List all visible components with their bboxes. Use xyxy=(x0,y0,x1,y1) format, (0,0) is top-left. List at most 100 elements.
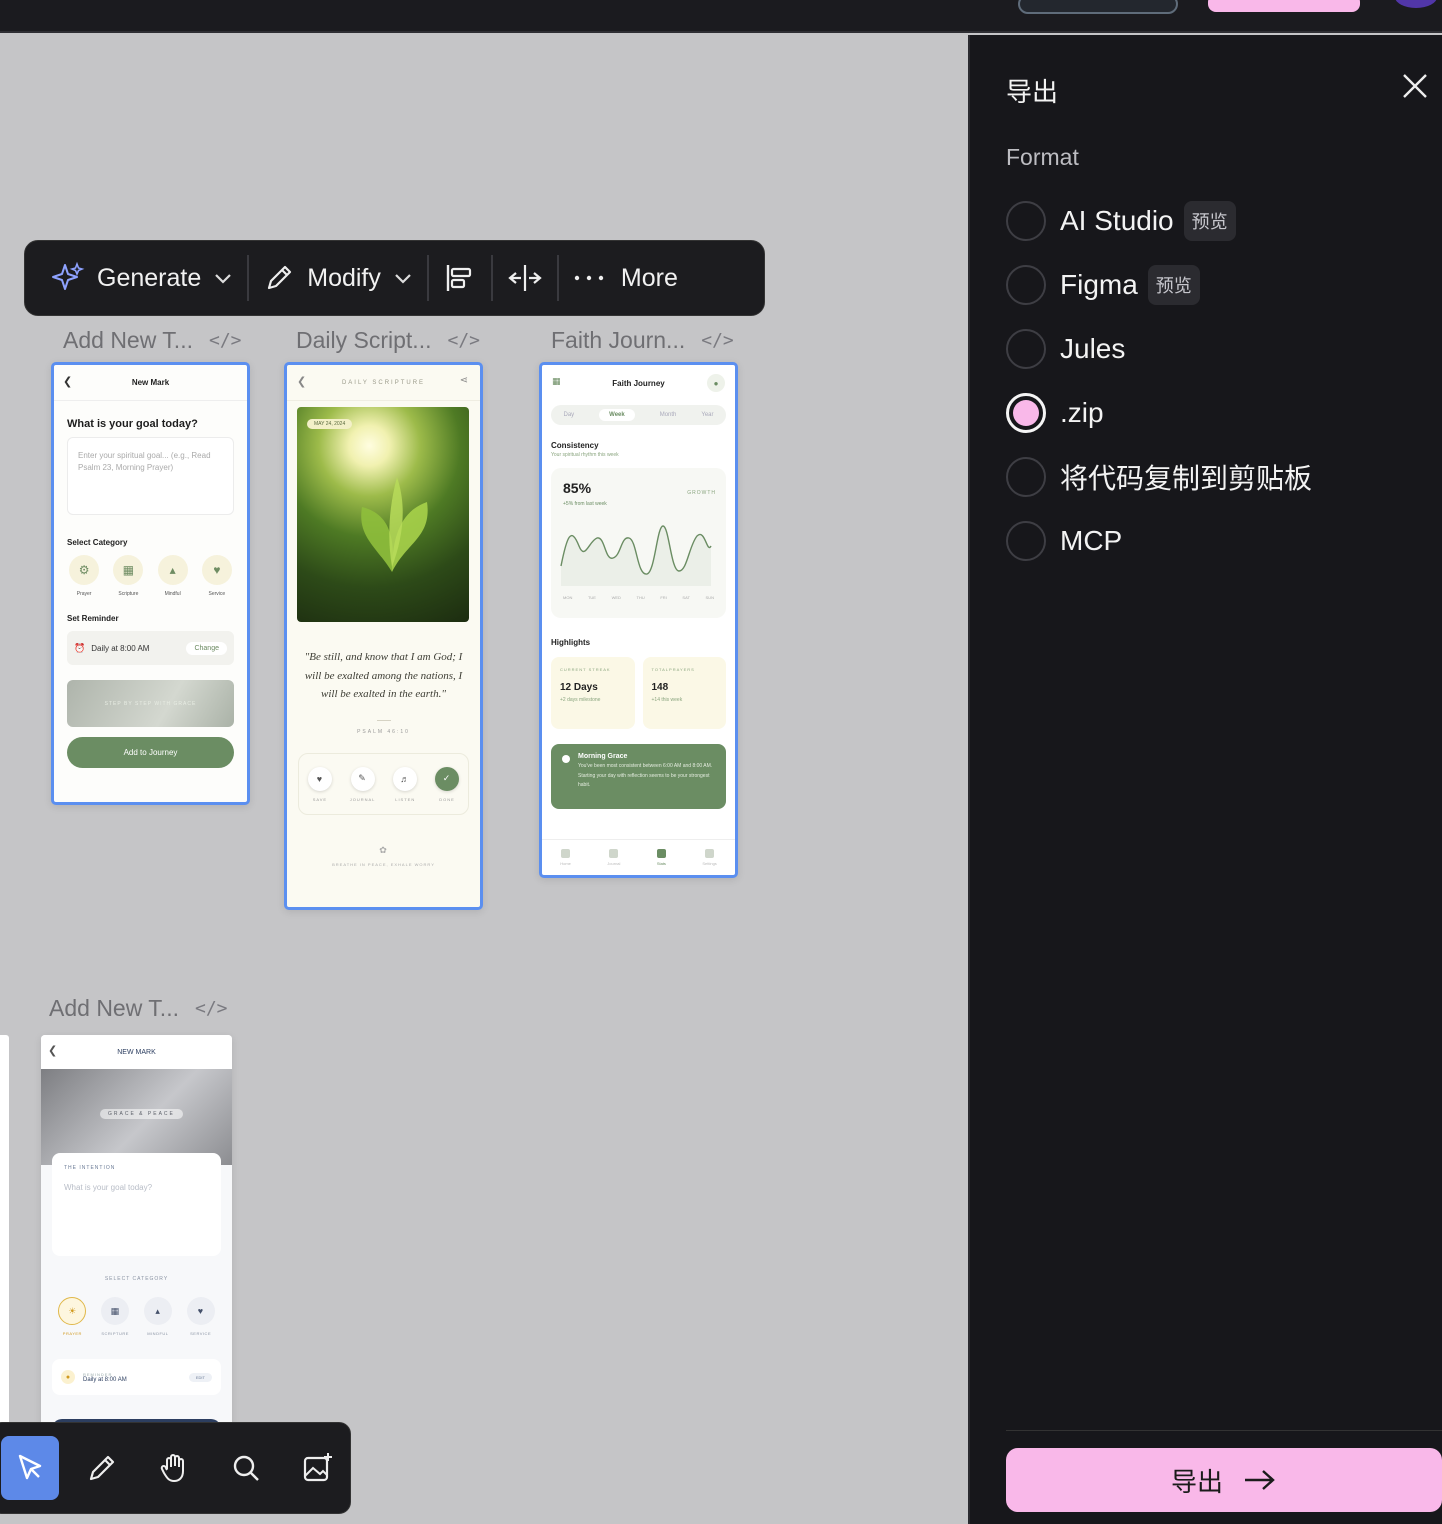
footer: ✿ BREATHE IN PEACE, EXHALE WORRY xyxy=(287,845,480,867)
prayers-card[interactable]: TOTALPRAYERS 148 +14 this week xyxy=(642,657,726,729)
nav-settings[interactable]: Settings xyxy=(702,849,717,866)
pan-tool[interactable] xyxy=(145,1436,203,1500)
radio-button[interactable] xyxy=(1006,329,1046,369)
section-title: Set Reminder xyxy=(67,614,119,623)
resize-width-button[interactable] xyxy=(507,261,543,295)
frame-new-mark-variant[interactable]: ❮ NEW MARK GRACE & PEACE THE INTENTION W… xyxy=(41,1035,232,1455)
toolbar-divider xyxy=(426,255,429,301)
top-primary-button[interactable] xyxy=(1208,0,1360,12)
headphones-icon: ♬ xyxy=(393,766,418,791)
export-button[interactable]: 导出 xyxy=(1006,1448,1442,1512)
option-copy-clipboard[interactable]: 将代码复制到剪贴板 xyxy=(1006,445,1312,509)
profile-icon[interactable]: ● xyxy=(707,374,725,392)
preview-badge: 预览 xyxy=(1183,201,1236,241)
category-label: Service xyxy=(208,591,226,597)
category-mindful[interactable]: ▴ Mindful xyxy=(157,555,188,597)
radio-button-selected[interactable] xyxy=(1006,393,1046,433)
done-action[interactable]: ✓ DONE xyxy=(435,766,460,802)
heart-icon: ♥ xyxy=(307,766,332,791)
highlight-cards: CURRENT STREAK 12 Days +2 days milestone… xyxy=(551,657,726,729)
back-arrow-icon[interactable]: ❮ xyxy=(63,375,72,388)
radio-button[interactable] xyxy=(1006,201,1046,241)
code-icon[interactable]: </> xyxy=(209,330,242,351)
nav-stats[interactable]: Stats xyxy=(657,849,666,866)
save-action[interactable]: ♥ SAVE xyxy=(307,766,332,802)
avatar[interactable] xyxy=(1395,0,1437,8)
insight-card[interactable]: Morning Grace You've been most consisten… xyxy=(551,744,726,809)
generate-button[interactable]: Generate xyxy=(51,261,233,295)
goal-textarea[interactable]: Enter your spiritual goal... (e.g., Read… xyxy=(67,437,234,515)
select-tool[interactable] xyxy=(1,1436,59,1500)
option-label: MCP xyxy=(1060,525,1123,556)
modify-button[interactable]: Modify xyxy=(263,262,413,294)
radio-button[interactable] xyxy=(1006,521,1046,561)
intention-input[interactable]: What is your goal today? xyxy=(64,1183,209,1192)
add-image-tool[interactable] xyxy=(289,1436,347,1500)
frame-faith-journey[interactable]: ▦ Faith Journey ● Day Week Month Year Co… xyxy=(539,362,738,878)
category-scripture[interactable]: ▦ SCRIPTURE xyxy=(101,1297,130,1336)
edit-button[interactable]: EDIT xyxy=(188,1372,212,1382)
category-scripture[interactable]: ▦ Scripture xyxy=(113,555,144,597)
day-label: FRI xyxy=(660,595,667,600)
option-zip[interactable]: .zip xyxy=(1006,381,1312,445)
screen-header: ❮ DAILY SCRIPTURE ⋖ xyxy=(287,365,480,401)
card-label: TOTALPRAYERS xyxy=(651,667,695,672)
option-figma[interactable]: Figma 预览 xyxy=(1006,253,1312,317)
generate-label: Generate xyxy=(97,263,202,292)
offscreen-frame[interactable] xyxy=(0,1035,9,1455)
close-icon[interactable] xyxy=(1400,71,1430,101)
category-list: ☀ PRAYER ▦ SCRIPTURE ▴ MINDFUL ♥ SERVICE xyxy=(51,1297,222,1336)
radio-button[interactable] xyxy=(1006,265,1046,305)
back-arrow-icon[interactable]: ❮ xyxy=(297,375,306,388)
align-button[interactable] xyxy=(443,261,477,295)
day-label: SUN xyxy=(705,595,714,600)
intention-card[interactable]: THE INTENTION What is your goal today? xyxy=(52,1153,221,1256)
home-icon xyxy=(561,849,571,858)
share-icon[interactable]: ⋖ xyxy=(460,375,468,386)
frame-new-mark[interactable]: ❮ New Mark What is your goal today? Ente… xyxy=(51,362,250,805)
option-mcp[interactable]: MCP xyxy=(1006,509,1312,573)
frame-label-faith-journey[interactable]: Faith Journ... </> xyxy=(551,327,734,354)
percent-value: 85% xyxy=(563,480,592,496)
frame-label-daily-scripture[interactable]: Daily Script... </> xyxy=(296,327,480,354)
radio-button[interactable] xyxy=(1006,457,1046,497)
frame-title: Add New T... xyxy=(49,995,179,1021)
journal-action[interactable]: ✎ JOURNAL xyxy=(350,766,376,802)
frame-label-add-new[interactable]: Add New T... </> xyxy=(63,327,242,354)
frame-label-add-new-2[interactable]: Add New T... </> xyxy=(49,995,228,1022)
code-icon[interactable]: </> xyxy=(701,330,734,351)
zoom-tool[interactable] xyxy=(217,1436,275,1500)
listen-action[interactable]: ♬ LISTEN xyxy=(393,766,418,802)
draw-tool[interactable] xyxy=(73,1436,131,1500)
frame-daily-scripture[interactable]: ❮ DAILY SCRIPTURE ⋖ MAY 24, 2024 "Be sti… xyxy=(284,362,483,910)
category-prayer[interactable]: ⚙ Prayer xyxy=(69,555,100,597)
nav-home[interactable]: Home xyxy=(560,849,571,866)
nav-journal[interactable]: Journal xyxy=(607,849,620,866)
back-arrow-icon[interactable]: ❮ xyxy=(48,1044,57,1057)
add-to-journey-button[interactable]: Add to Journey xyxy=(67,737,234,768)
option-label: Jules xyxy=(1060,333,1126,364)
category-mindful[interactable]: ▴ MINDFUL xyxy=(143,1297,172,1336)
option-ai-studio[interactable]: AI Studio 预览 xyxy=(1006,189,1312,253)
insight-title: Morning Grace xyxy=(578,753,628,760)
category-prayer[interactable]: ☀ PRAYER xyxy=(58,1297,87,1336)
hand-icon xyxy=(160,1454,184,1482)
tab-week[interactable]: Week xyxy=(599,409,635,421)
code-icon[interactable]: </> xyxy=(447,330,480,351)
top-secondary-button[interactable] xyxy=(1018,0,1178,14)
option-jules[interactable]: Jules xyxy=(1006,317,1312,381)
category-service[interactable]: ♥ SERVICE xyxy=(186,1297,215,1336)
section-subtitle: Your spiritual rhythm this week xyxy=(551,452,619,458)
design-canvas[interactable]: Generate Modify More Add New T... </> Da… xyxy=(0,35,968,1524)
export-panel: 导出 Format AI Studio 预览 Figma 预览 Jules .z… xyxy=(968,35,1442,1524)
export-label: 导出 xyxy=(1170,1466,1223,1497)
streak-card[interactable]: CURRENT STREAK 12 Days +2 days milestone xyxy=(551,657,635,729)
category-service[interactable]: ♥ Service xyxy=(201,555,232,597)
code-icon[interactable]: </> xyxy=(195,998,228,1019)
section-title: SELECT CATEGORY xyxy=(104,1276,169,1282)
more-button[interactable]: More xyxy=(573,264,678,293)
tab-year[interactable]: Year xyxy=(701,412,713,418)
tab-day[interactable]: Day xyxy=(563,412,574,418)
tab-month[interactable]: Month xyxy=(660,412,677,418)
change-button[interactable]: Change xyxy=(186,641,227,655)
